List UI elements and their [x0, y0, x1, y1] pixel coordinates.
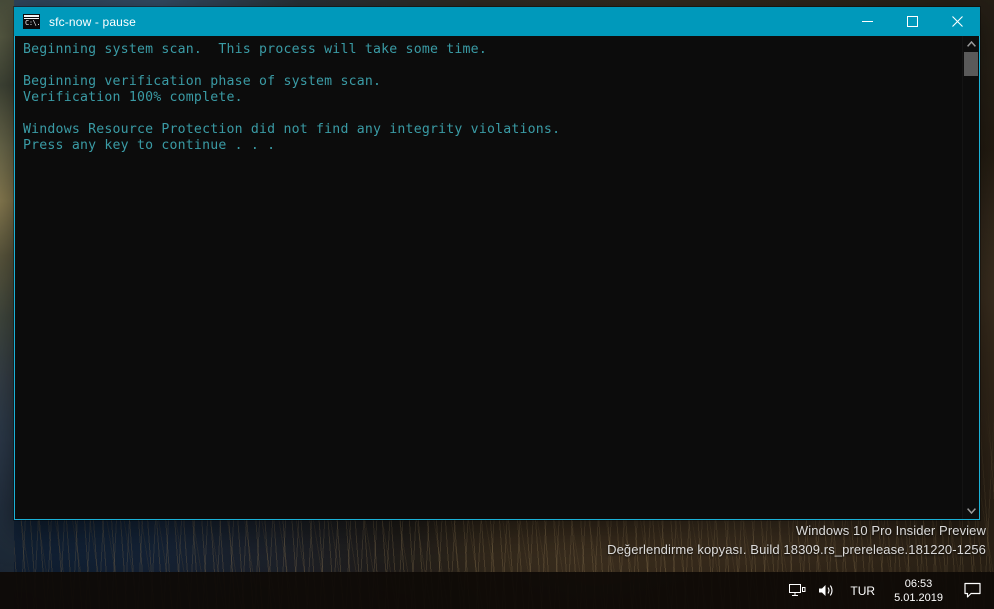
taskbar[interactable]: TUR 06:53 5.01.2019 — [0, 572, 994, 609]
window-controls[interactable] — [845, 7, 980, 36]
console-scrollbar[interactable] — [962, 36, 979, 519]
command-prompt-icon-glyph: C:\. — [24, 19, 40, 28]
scrollbar-track[interactable] — [963, 52, 979, 503]
clock-time: 06:53 — [904, 577, 933, 590]
maximize-button[interactable] — [890, 7, 935, 36]
console-body[interactable]: Beginning system scan. This process will… — [14, 36, 980, 520]
scrollbar-up-button[interactable] — [963, 36, 979, 52]
system-tray[interactable]: TUR 06:53 5.01.2019 — [783, 572, 994, 609]
clock[interactable]: 06:53 5.01.2019 — [884, 572, 953, 609]
network-icon[interactable] — [783, 572, 812, 609]
close-button[interactable] — [935, 7, 980, 36]
desktop[interactable]: C:\. sfc-now - pause Beginning system sc… — [0, 0, 994, 609]
chevron-down-icon — [966, 508, 976, 514]
minimize-button[interactable] — [845, 7, 890, 36]
console-window[interactable]: C:\. sfc-now - pause Beginning system sc… — [14, 7, 980, 520]
language-indicator[interactable]: TUR — [841, 572, 884, 609]
window-title: sfc-now - pause — [49, 14, 136, 29]
close-icon — [952, 16, 963, 27]
clock-date: 5.01.2019 — [894, 591, 943, 604]
scrollbar-down-button[interactable] — [963, 503, 979, 519]
maximize-icon — [907, 16, 918, 27]
title-bar[interactable]: C:\. sfc-now - pause — [14, 7, 980, 36]
volume-icon[interactable] — [812, 572, 841, 609]
action-center-icon[interactable] — [953, 572, 994, 609]
console-output: Beginning system scan. This process will… — [23, 42, 561, 153]
chevron-up-icon — [966, 41, 976, 47]
minimize-icon — [862, 21, 873, 22]
scrollbar-thumb[interactable] — [964, 52, 978, 76]
command-prompt-icon: C:\. — [23, 14, 40, 29]
